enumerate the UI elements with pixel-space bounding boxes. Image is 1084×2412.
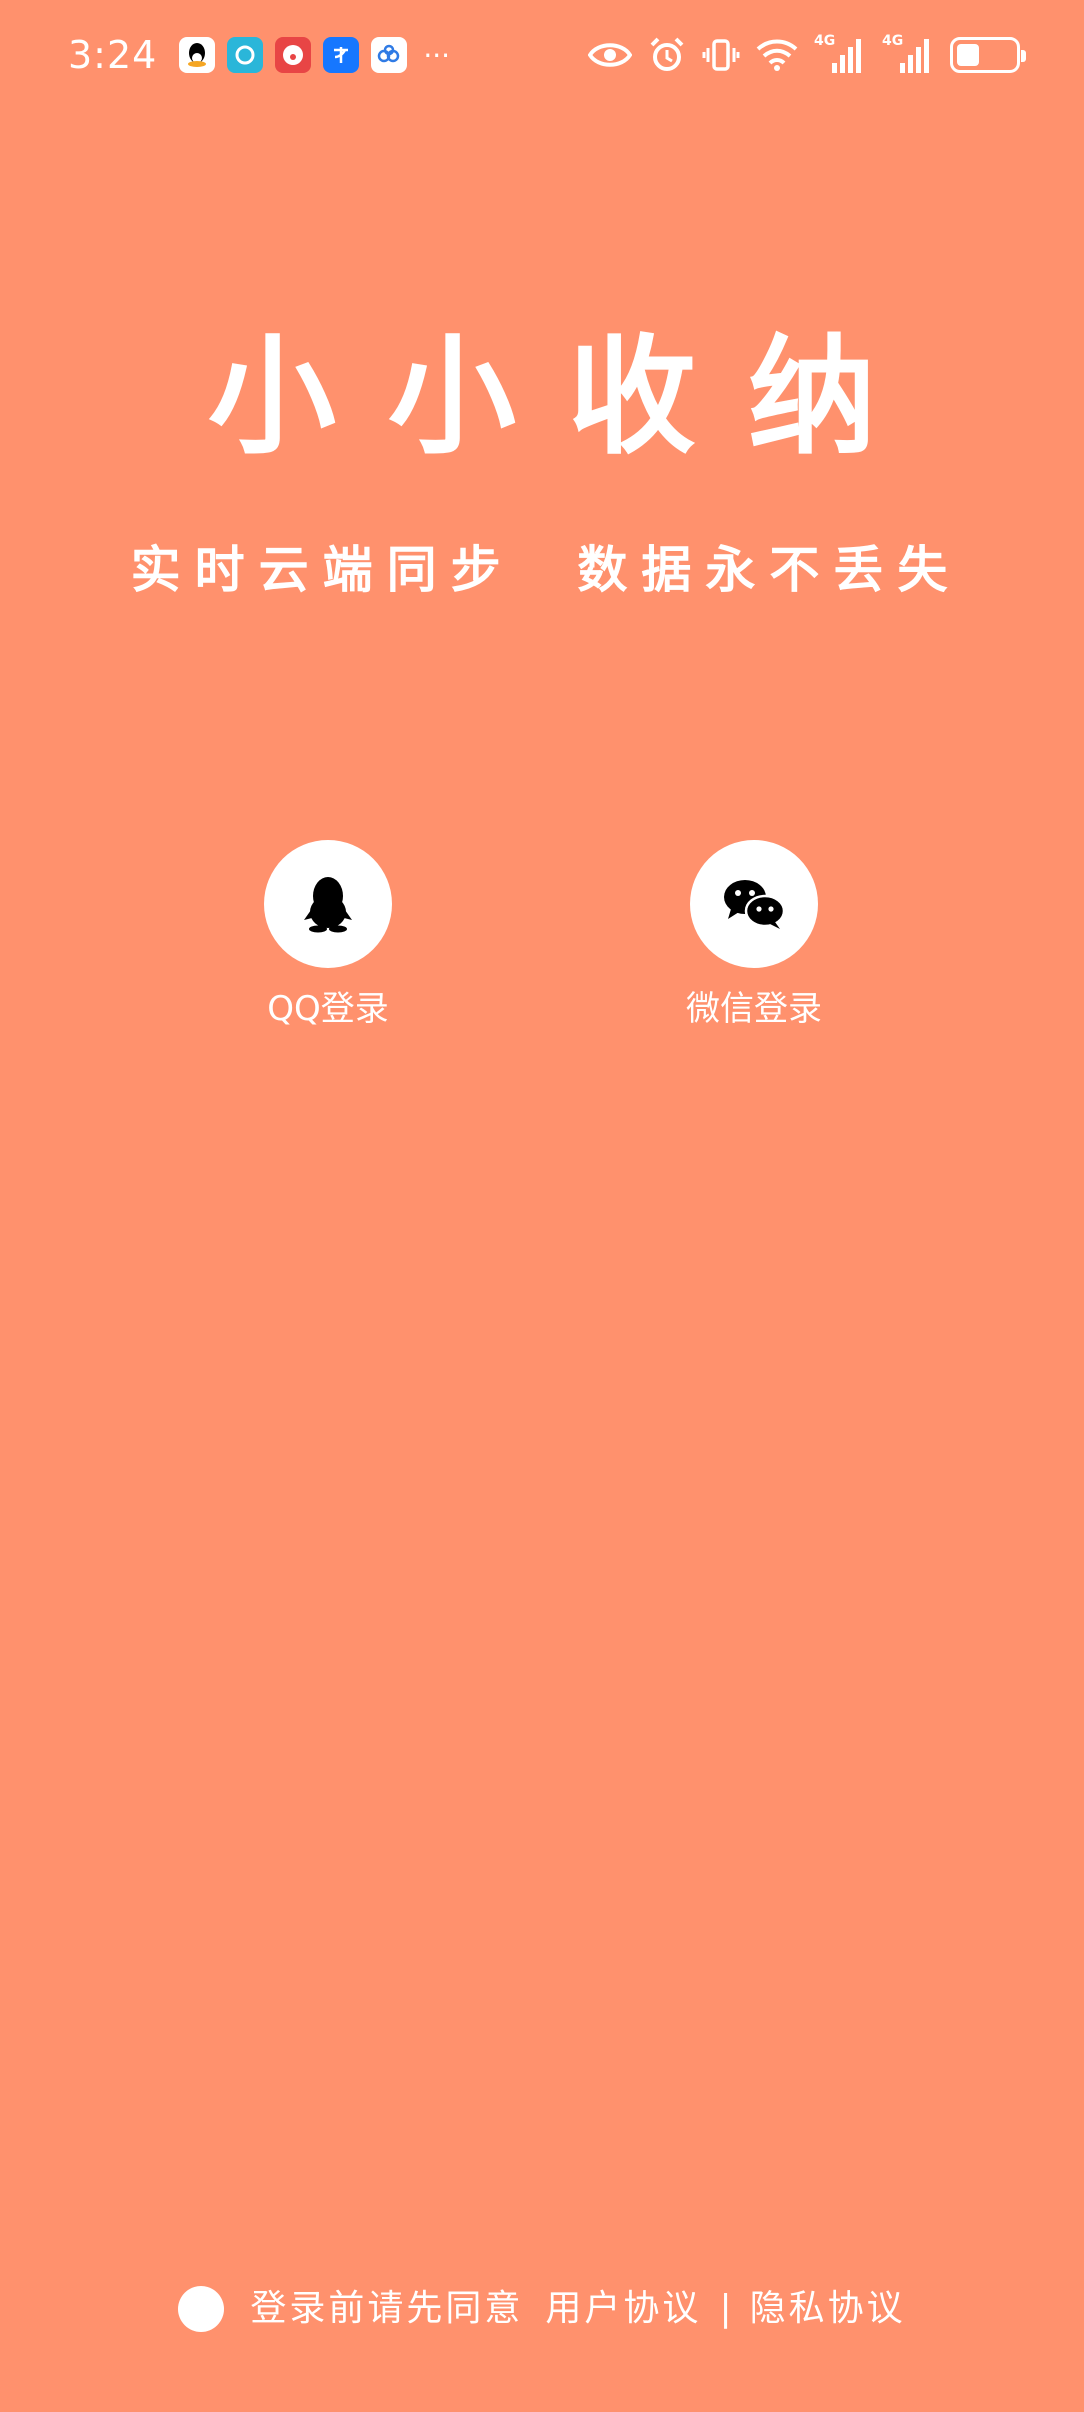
qq-penguin-icon: [304, 877, 352, 933]
battery-level: [957, 44, 980, 66]
agreement-row: 登录前请先同意 用户协议 | 隐私协议: [0, 2284, 1084, 2334]
agreement-checkbox[interactable]: [178, 2286, 225, 2332]
wechat-login-label[interactable]: 微信登录: [686, 986, 822, 1032]
user-agreement-link[interactable]: 用户协议: [545, 2284, 701, 2334]
login-screen: 3:24 ··· 4G 4G 小小收纳 实时云端同步 数据永不丢失 QQ登录 微…: [0, 0, 1084, 2412]
qq-login-button[interactable]: QQ登录: [228, 840, 428, 1032]
status-time: 3:24: [68, 33, 158, 77]
alarm-icon: [648, 36, 686, 74]
status-bar-left: 3:24 ···: [68, 33, 450, 77]
network-type-label: 4G: [882, 33, 904, 49]
signal-4g-1: 4G: [814, 33, 866, 75]
cyan-app-notification-icon: [227, 37, 264, 73]
more-notifications-icon: ···: [423, 38, 451, 72]
network-type-label: 4G: [814, 33, 836, 49]
vibrate-icon: [702, 36, 740, 74]
app-subtitle: 实时云端同步 数据永不丢失: [130, 541, 962, 599]
wechat-login-button[interactable]: 微信登录: [654, 840, 854, 1032]
signal-4g-2: 4G: [882, 33, 934, 75]
app-title: 小小收纳: [207, 323, 928, 472]
wechat-login-circle[interactable]: [690, 840, 818, 968]
status-bar: 3:24 ··· 4G 4G: [0, 0, 1084, 110]
clown-app-notification-icon: [275, 37, 312, 73]
privacy-agreement-link[interactable]: 隐私协议: [750, 2284, 906, 2334]
agreement-prefix: 登录前请先同意: [250, 2288, 524, 2329]
wechat-icon: [724, 880, 785, 929]
qq-notification-icon: [179, 37, 216, 73]
alipay-notification-icon: [323, 37, 360, 73]
agreement-separator: |: [719, 2288, 732, 2329]
qq-login-label[interactable]: QQ登录: [267, 986, 389, 1032]
wifi-icon: [756, 38, 798, 72]
battery-icon: [950, 37, 1026, 73]
status-bar-right: 4G 4G: [588, 33, 1026, 75]
cloud-app-notification-icon: [371, 37, 408, 73]
eye-icon: [588, 40, 632, 70]
qq-login-circle[interactable]: [264, 840, 392, 968]
